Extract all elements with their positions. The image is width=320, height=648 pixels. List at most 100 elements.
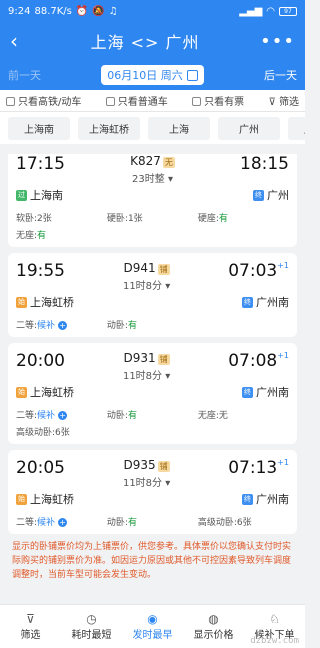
prev-day-button[interactable]: 前一天 (8, 67, 41, 83)
seat-type: 高级动卧: (197, 518, 237, 528)
train-times: 20:00 D931 铺 11时8分 ▾ 07:08+1 (16, 351, 289, 382)
seat-count: 候补 (37, 321, 56, 331)
train-info: D931 铺 11时8分 ▾ (65, 351, 228, 382)
signal-icon: ▂▄▆ (239, 5, 263, 17)
chevron-down-icon: ▾ (162, 281, 171, 292)
arrival-time: 18:15 (240, 154, 289, 174)
seat-type: 硬卧: (106, 214, 128, 224)
departure-time: 20:05 (16, 458, 65, 478)
filter-normal[interactable]: 只看普通车 (105, 93, 168, 108)
train-card[interactable]: 20:00 D931 铺 11时8分 ▾ 07:08+1 始上海虹桥终广州南 二等:候补 + 动… (8, 343, 297, 444)
arrival-time: 07:03 (228, 261, 278, 281)
seat-item[interactable]: 二等:候补 + (16, 408, 107, 421)
train-number: D941 铺 (65, 261, 228, 275)
tab-clock[interactable]: ◷ 耗时最短 (62, 612, 122, 641)
to-station-name: 广州南 (256, 386, 289, 399)
seat-type: 高级动卧: (16, 428, 56, 438)
train-number-text: D941 (123, 261, 156, 275)
to-station: 终广州南 (242, 294, 289, 310)
seat-type: 二等: (16, 518, 38, 528)
train-number-text: D935 (123, 458, 156, 472)
seat-type: 动卧: (106, 411, 128, 421)
seat-type: 软卧: (16, 214, 38, 224)
from-badge: 始 (16, 296, 27, 308)
tab-label: 筛选 (20, 630, 41, 641)
chevron-down-icon: ▾ (162, 371, 171, 382)
train-times: 20:05 D935 铺 11时8分 ▾ 07:13+1 (16, 458, 289, 489)
filter-bar: 只看高铁/动车 只看普通车 只看有票 ⊽ 筛选 (0, 90, 305, 112)
station-chip[interactable]: 上海南 (8, 116, 70, 140)
train-list[interactable]: 17:15 K827 无 23时整 ▾ 18:15 过上海南终广州 软卧:2张 硬卧:1张 硬座… (0, 154, 305, 604)
filter-highspeed[interactable]: 只看高铁/动车 (6, 93, 81, 108)
tab-label: 发时最早 (132, 630, 173, 641)
alarm-icon: ⏰ (75, 5, 89, 17)
departure-time: 17:15 (16, 154, 65, 174)
train-number-text: D931 (123, 351, 156, 365)
page-title[interactable]: 上海 <> 广州 (91, 29, 200, 53)
seat-count: 有 (127, 411, 137, 421)
to-station-name: 广州南 (256, 296, 289, 309)
status-time: 9:24 (8, 5, 31, 17)
seat-type: 无座: (197, 411, 219, 421)
seat-type: 硬座: (197, 214, 219, 224)
seat-item[interactable]: 二等:候补 + (16, 515, 107, 528)
back-icon[interactable]: ‹ (10, 29, 30, 53)
train-card[interactable]: 17:15 K827 无 23时整 ▾ 18:15 过上海南终广州 软卧:2张 硬卧:1张 硬座… (8, 154, 297, 247)
train-card[interactable]: 20:05 D935 铺 11时8分 ▾ 07:13+1 始上海虹桥终广州南 二等:候补 + 动… (8, 450, 297, 534)
seat-count: 1张 (127, 214, 143, 224)
more-icon[interactable]: ••• (260, 31, 295, 52)
train-info: K827 无 23时整 ▾ (65, 154, 240, 185)
filter-available[interactable]: 只看有票 (192, 93, 244, 108)
seat-type: 二等: (16, 411, 38, 421)
tab-label: 耗时最短 (71, 630, 112, 641)
seat-item: 高级动卧:6张 (198, 515, 289, 528)
seat-availability: 二等:候补 + 动卧:有 高级动卧:6张 (16, 515, 289, 528)
tab-label: 显示价格 (193, 630, 234, 641)
seat-item: 动卧:有 (107, 408, 198, 421)
checkbox-icon (192, 97, 202, 106)
train-times: 19:55 D941 铺 11时8分 ▾ 07:03+1 (16, 261, 289, 292)
duration[interactable]: 11时8分 ▾ (65, 474, 228, 489)
station-chip[interactable]: 广州南 (288, 116, 305, 140)
train-card[interactable]: 19:55 D941 铺 11时8分 ▾ 07:03+1 始上海虹桥终广州南 二等:候补 + 动… (8, 253, 297, 337)
seat-item: 高级动卧:6张 (16, 425, 107, 438)
seat-count: 6张 (55, 428, 70, 438)
seat-type: 动卧: (106, 518, 128, 528)
add-waitlist-icon[interactable]: + (58, 321, 68, 330)
seat-count: 有 (218, 214, 228, 224)
tab-price[interactable]: ◍ 显示价格 (184, 612, 244, 641)
from-badge: 过 (16, 189, 27, 201)
seat-count: 有 (127, 518, 137, 528)
seat-item[interactable]: 二等:候补 + (16, 318, 107, 331)
seat-count: 无 (218, 411, 228, 421)
filter-button[interactable]: ⊽ 筛选 (268, 93, 299, 108)
train-info: D935 铺 11时8分 ▾ (65, 458, 228, 489)
add-waitlist-icon[interactable]: + (58, 518, 68, 527)
tab-funnel[interactable]: ⊽ 筛选 (1, 612, 61, 641)
seat-item: 软卧:2张 (16, 211, 107, 224)
arrival: 07:08+1 (228, 351, 289, 371)
train-tag: 无 (162, 157, 175, 168)
net-speed: 88.7K/s (34, 5, 72, 17)
station-chip[interactable]: 上海虹桥 (78, 116, 140, 140)
checkbox-icon (105, 97, 115, 106)
train-tag: 铺 (157, 264, 170, 275)
seat-availability: 二等:候补 + 动卧:有 (16, 318, 289, 331)
tab-early[interactable]: ◉ 发时最早 (123, 612, 183, 641)
date-picker[interactable]: 06月10日 周六 (101, 65, 204, 85)
from-badge: 始 (16, 386, 27, 398)
duration[interactable]: 23时整 ▾ (65, 170, 240, 185)
duration[interactable]: 11时8分 ▾ (65, 367, 228, 382)
add-waitlist-icon[interactable]: + (58, 411, 68, 420)
duration[interactable]: 11时8分 ▾ (65, 277, 228, 292)
from-station-name: 上海虹桥 (30, 386, 74, 399)
seat-item: 无座:有 (16, 228, 107, 241)
station-chip[interactable]: 广州 (218, 116, 280, 140)
wifi-icon: ◠ (266, 5, 275, 17)
station-chip[interactable]: 上海 (148, 116, 210, 140)
funnel-icon: ⊽ (268, 97, 276, 108)
departure-time: 19:55 (16, 261, 65, 281)
arrival: 18:15 (240, 154, 289, 174)
next-day-button[interactable]: 后一天 (264, 67, 297, 83)
seat-count: 有 (37, 231, 47, 241)
